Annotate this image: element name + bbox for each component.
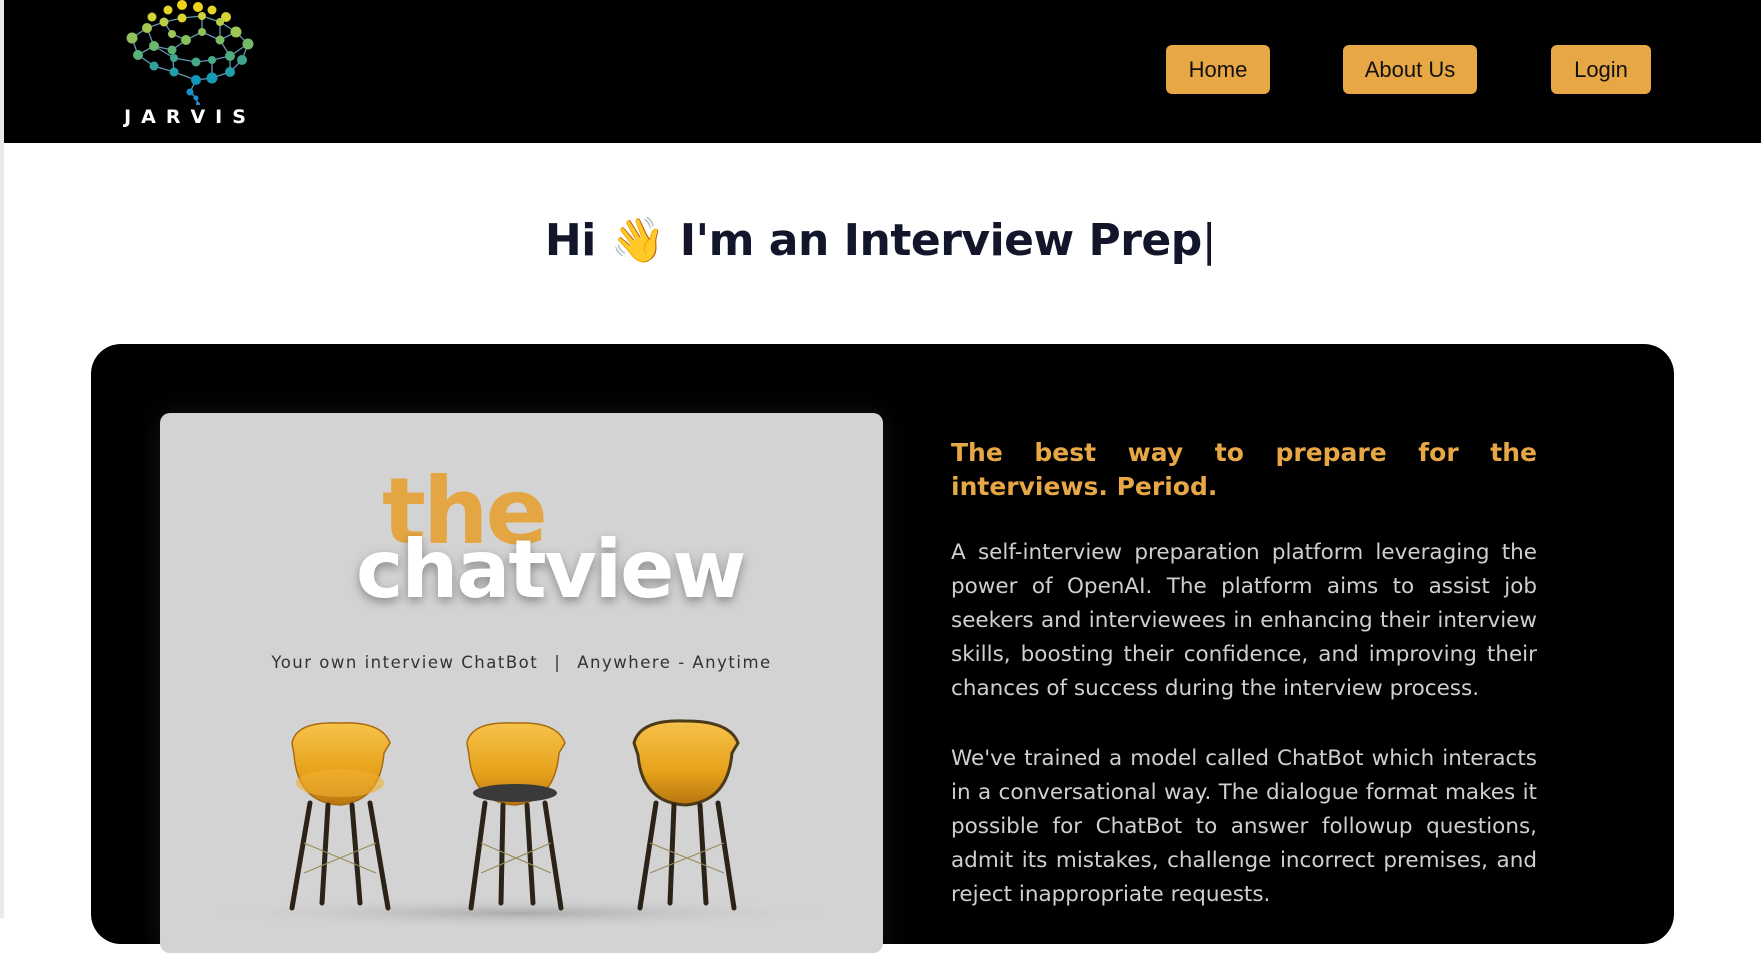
promo-tagline-left: Your own interview ChatBot [271, 653, 539, 672]
logo-text: JARVIS [124, 106, 256, 128]
typing-cursor: | [1201, 215, 1217, 266]
chair-2 [466, 722, 566, 911]
hero-greeting: Hi [544, 215, 596, 266]
wave-icon: 👋 [610, 215, 666, 266]
promo-brand-text: chatview [356, 523, 746, 616]
promo-tagline-separator: | [554, 653, 562, 672]
nav-login-button[interactable]: Login [1551, 45, 1651, 94]
promo-tagline: Your own interview ChatBot | Anywhere - An… [160, 653, 883, 672]
promo-tagline-right: Anywhere - Anytime [577, 653, 772, 672]
nav-home-button[interactable]: Home [1166, 45, 1270, 94]
chairs-illustration [190, 719, 850, 929]
chair-3 [632, 719, 740, 911]
hero-title: Hi 👋 I'm an Interview Prep| [0, 214, 1761, 266]
brain-network-icon [126, 0, 254, 105]
logo[interactable]: JARVIS [112, 0, 262, 135]
about-headline: The best way to prepare for the intervie… [951, 438, 1537, 501]
navbar: JARVIS Home About Us Login [4, 0, 1761, 143]
nav-about-button[interactable]: About Us [1343, 45, 1477, 94]
hero-typed-text: I'm an Interview Prep [679, 215, 1202, 266]
chair-1 [289, 722, 391, 911]
intro-card: the chatview Your own interview ChatBot |… [91, 344, 1674, 953]
about-paragraph-1: A self-interview preparation platform le… [951, 540, 1537, 701]
promo-image: the chatview Your own interview ChatBot |… [160, 413, 883, 953]
about-paragraph-2: We've trained a model called ChatBot whi… [951, 746, 1537, 907]
